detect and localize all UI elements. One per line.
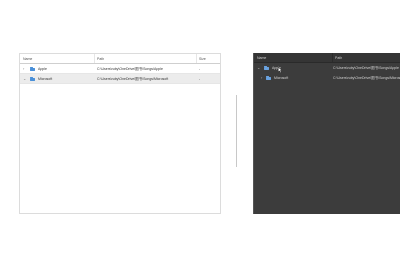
pane-divider [236, 95, 237, 167]
row-name: Apple [38, 67, 47, 71]
row-path: C:\Users\ruby\OneDrive\图书\Songs\Microsof… [333, 76, 400, 80]
chevron-down-icon[interactable]: ⌄ [23, 74, 26, 84]
folder-icon [30, 66, 35, 71]
chevron-down-icon[interactable]: ⌄ [257, 63, 260, 73]
row-name: Microsoft [38, 77, 53, 81]
column-header-size[interactable]: Size [196, 54, 220, 63]
dark-file-list: Name Path ⌄ Apple C:\Users\ruby\OneDrive… [253, 53, 400, 214]
column-header-row: Name Path [254, 53, 400, 63]
column-header-name[interactable]: Name [23, 54, 93, 63]
row-path: C:\Users\ruby\OneDrive\图书\Songs\Apple [333, 66, 399, 70]
column-header-path[interactable]: Path [94, 54, 195, 63]
table-row[interactable]: › Apple C:\Users\ruby\OneDrive\图书\Songs\… [20, 64, 220, 74]
folder-icon [266, 75, 271, 80]
folder-icon [264, 65, 269, 70]
column-header-path[interactable]: Path [332, 53, 400, 62]
chevron-right-icon[interactable]: › [23, 64, 24, 74]
chevron-right-icon[interactable]: › [261, 73, 262, 83]
mouse-cursor-icon [278, 67, 283, 73]
row-name: Microsoft [274, 76, 289, 80]
row-size: - [199, 67, 201, 71]
table-row[interactable]: › Microsoft C:\Users\ruby\OneDrive\图书\So… [254, 73, 400, 83]
table-row[interactable]: ⌄ Microsoft C:\Users\ruby\OneDrive\图书\So… [20, 74, 220, 84]
light-file-list: Name Path Size › Apple C:\Users\ruby\One… [19, 53, 221, 214]
row-path: C:\Users\ruby\OneDrive\图书\Songs\Apple [97, 67, 163, 71]
table-row[interactable]: ⌄ Apple C:\Users\ruby\OneDrive\图书\Songs\… [254, 63, 400, 73]
row-size: - [199, 77, 201, 81]
row-path: C:\Users\ruby\OneDrive\图书\Songs\Microsof… [97, 77, 169, 81]
folder-icon [30, 76, 35, 81]
column-header-name[interactable]: Name [257, 53, 331, 62]
column-header-row: Name Path Size [20, 54, 220, 64]
